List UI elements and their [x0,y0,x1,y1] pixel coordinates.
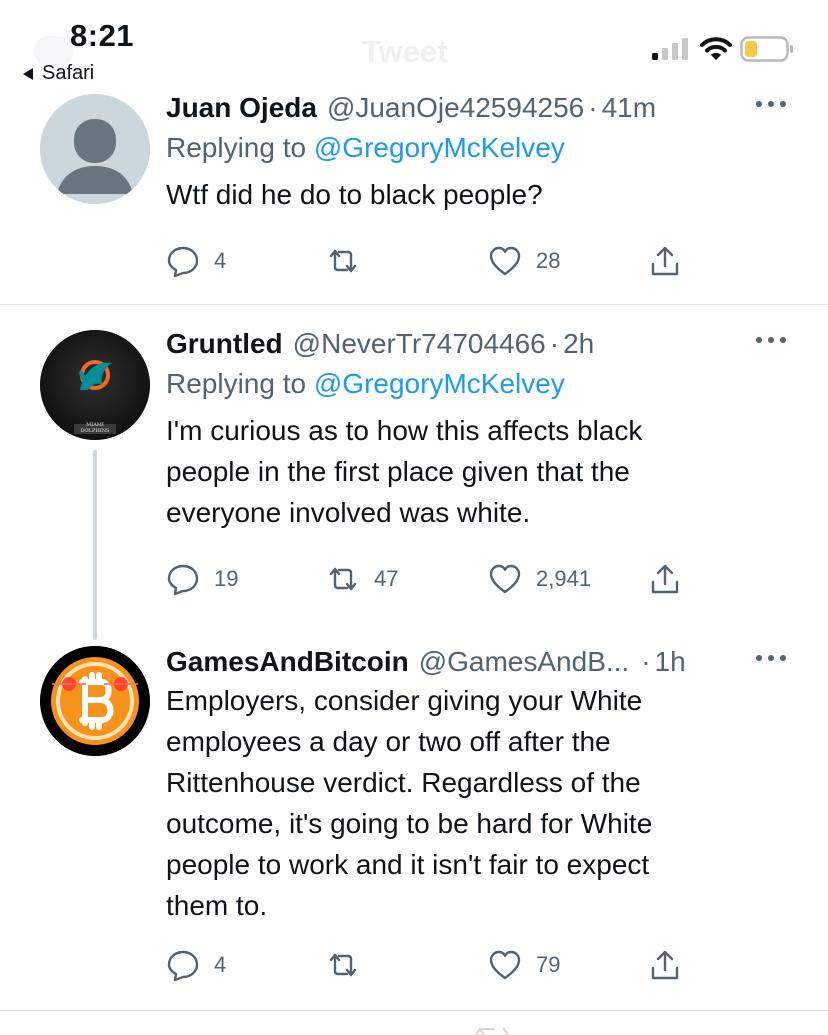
tweet-text: Employers, consider giving your White em… [166,680,788,926]
tweet-text-line: employees a day or two off after the [166,726,611,757]
like-button[interactable]: 2,941 [488,562,591,596]
separator-dot: · [588,92,598,123]
tweet-header: Gruntled @NeverTr74704466 · 2h [166,328,788,360]
more-options-icon[interactable] [754,652,788,664]
reply-count: 4 [214,248,227,273]
back-to-app-button[interactable]: Safari [20,62,94,85]
tweet-time[interactable]: 2h [563,328,594,360]
like-button[interactable]: 79 [488,948,560,982]
avatar[interactable] [40,646,150,756]
display-name[interactable]: Juan Ojeda [166,92,317,124]
back-app-label: Safari [42,62,95,84]
status-bar: Tweet 8:21 Safari [0,0,828,92]
reply-icon [167,564,199,596]
tweet-time[interactable]: 1h [655,646,686,678]
tweet-text: I'm curious as to how this affects black… [166,410,788,533]
avatar[interactable] [40,94,150,204]
share-icon [651,564,679,594]
reply-button[interactable]: 19 [166,562,238,596]
share-button[interactable] [648,562,682,596]
retweet-button[interactable] [326,948,374,982]
tweet-text-line: people to work and it isn't fair to expe… [166,849,650,880]
user-handle[interactable]: @JuanOje42594256 [327,92,584,124]
replying-to-line: Replying to @GregoryMcKelvey [166,132,788,164]
replying-prefix: Replying to [166,132,307,163]
retweet-icon [329,953,357,977]
more-options-icon[interactable] [754,334,788,346]
tweet-text-line: Rittenhouse verdict. Regardless of the [166,767,641,798]
separator-dot: · [641,646,651,677]
retweet-button[interactable]: 47 [326,562,398,596]
reply-count: 4 [214,952,227,977]
tweet-divider [0,1010,828,1011]
retweet-count: 47 [374,566,399,591]
user-handle[interactable]: @GamesAndB... [419,646,630,678]
tweet-text-line: I'm curious as to how this affects black [166,415,643,446]
separator-dot: · [549,328,560,359]
tweet-text-line: people in the first place given that the [166,456,630,487]
tweet-text-line: Employers, consider giving your White [166,685,643,716]
share-button[interactable] [648,948,682,982]
cellular-signal-icon [652,38,688,60]
like-count: 28 [536,248,561,273]
share-icon [651,950,679,980]
replying-to-mention[interactable]: @GregoryMcKelvey [314,132,565,163]
display-name[interactable]: GamesAndBitcoin [166,646,409,678]
reply-count: 19 [214,566,239,591]
default-avatar-icon [40,94,150,204]
tweet-actions: 4 79 [166,948,706,988]
tweet-time[interactable]: 41m [602,92,656,124]
battery-icon [740,36,793,62]
reply-button[interactable]: 4 [166,244,226,278]
reply-button[interactable]: 4 [166,948,226,982]
user-handle[interactable]: @NeverTr74704466 [293,328,546,360]
replying-to-line: Replying to @GregoryMcKelvey [166,368,788,400]
reply-icon [167,246,199,278]
display-name[interactable]: Gruntled [166,328,283,360]
tweet-header: Juan Ojeda @JuanOje42594256 · 41m [166,92,788,124]
reply-icon [167,950,199,982]
replying-to-mention[interactable]: @GregoryMcKelvey [314,368,565,399]
retweet-button[interactable] [326,244,374,278]
page-title: Tweet [362,34,448,69]
heart-icon [489,950,521,980]
like-button[interactable]: 28 [488,244,560,278]
avatar[interactable]: MIAMI DOLPHINS [40,330,150,440]
share-button[interactable] [648,244,682,278]
tweet-text: Wtf did he do to black people? [166,179,543,210]
tweet-text-line: everyone involved was white. [166,497,531,528]
tweet-actions: 19 47 2,941 [166,562,706,602]
tweet-divider [0,304,828,305]
back-triangle-icon [23,67,33,80]
tweet-text-line: outcome, it's going to be hard for White [166,808,653,839]
tweet-header: GamesAndBitcoin @GamesAndB... · 1h [166,646,788,678]
share-icon [651,246,679,276]
bitcoin-logo-icon [40,646,150,756]
heart-icon [489,564,521,594]
wifi-icon [700,37,732,60]
like-count: 2,941 [536,566,592,591]
heart-icon [489,246,521,276]
thread-connector [93,450,97,640]
tweet-actions: 4 28 [166,244,706,284]
partial-retweet-icon [475,1027,509,1035]
tweet-text-line: them to. [166,890,268,921]
avatar-caption: MIAMI DOLPHINS [80,422,110,434]
retweet-icon [329,249,357,273]
status-time: 8:21 [70,18,135,53]
more-options-icon[interactable] [754,98,788,110]
replying-prefix: Replying to [166,368,307,399]
like-count: 79 [536,952,561,977]
retweet-icon [329,567,357,591]
